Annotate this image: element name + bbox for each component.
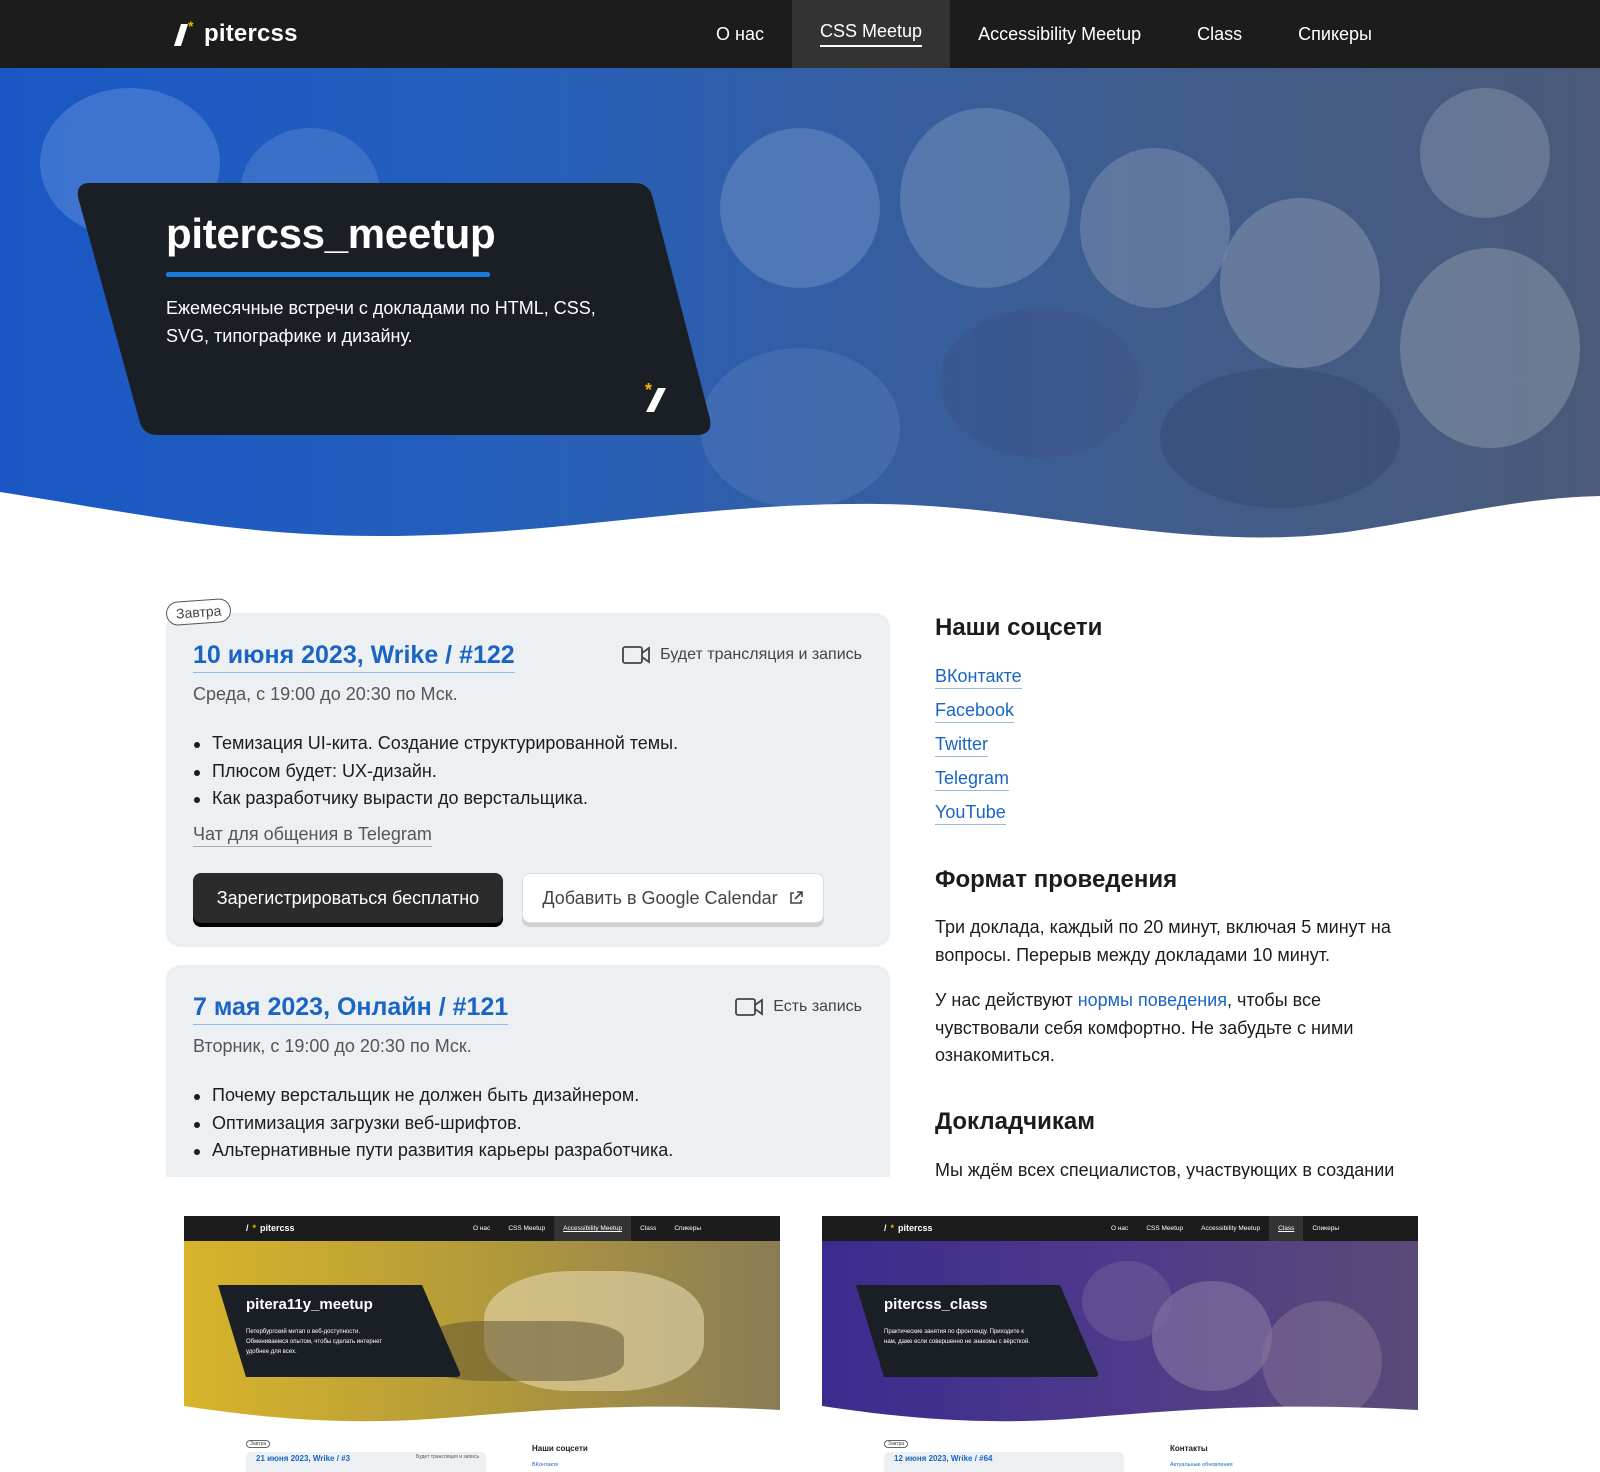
social-link-twitter[interactable]: Twitter [935, 734, 989, 757]
code-of-conduct-link[interactable]: нормы поведения [1078, 990, 1227, 1010]
list-item: Оптимизация загрузки веб-шрифтов. [193, 1110, 673, 1138]
logo-slash-icon: * [174, 20, 194, 46]
nav-item-class[interactable]: Class [1169, 0, 1270, 68]
hero-title: pitercss_meetup [166, 210, 496, 257]
social-heading: Наши соцсети [935, 614, 1103, 641]
preview-event-title: 21 июня 2023, Wrike / #3 [256, 1454, 351, 1463]
logo-mark-icon: * [645, 380, 666, 412]
preview-nav-item: Class [640, 1225, 657, 1232]
format-heading: Формат проведения [935, 866, 1178, 893]
event-recording-status: Есть запись [735, 997, 862, 1017]
preview-side-link: ВКонтакте [532, 1462, 559, 1468]
nav-item-accessibility-meetup[interactable]: Accessibility Meetup [950, 0, 1169, 68]
preview-side-heading: Наши соцсети [532, 1444, 588, 1453]
telegram-chat-link[interactable]: Чат для общения в Telegram [193, 824, 432, 847]
logo-text: pitercss [204, 20, 298, 47]
site-logo[interactable]: * pitercss [166, 18, 298, 50]
list-item: Темизация UI-кита. Создание структуриров… [193, 730, 678, 758]
event-badge-tomorrow: Завтра [165, 597, 233, 627]
add-to-calendar-button[interactable]: Добавить в Google Calendar [522, 873, 824, 923]
event-time: Вторник, с 19:00 до 20:30 по Мск. [193, 1036, 472, 1056]
event-title-link[interactable]: 10 июня 2023, Wrike / #122 [193, 641, 515, 673]
hero-title-underline [166, 272, 490, 277]
preview-nav-item: Спикеры [1312, 1225, 1339, 1232]
preview-logo: / * pitercss [246, 1223, 295, 1233]
event-title-link[interactable]: 7 мая 2023, Онлайн / #121 [193, 993, 509, 1025]
event-talk-list: Темизация UI-кита. Создание структуриров… [193, 730, 678, 813]
list-item: Как разработчику вырасти до верстальщика… [193, 785, 678, 813]
social-link-youtube[interactable]: YouTube [935, 802, 1006, 825]
svg-text:*: * [645, 380, 652, 400]
preview-nav-item: О нас [472, 1225, 491, 1232]
nav-item-speakers[interactable]: Спикеры [1270, 0, 1400, 68]
add-to-calendar-label: Добавить в Google Calendar [542, 887, 778, 908]
nav-item-about[interactable]: О нас [688, 0, 792, 68]
preview-nav-item: CSS Meetup [1146, 1225, 1184, 1232]
preview-nav: О нас CSS Meetup Accessibility Meetup Cl… [464, 1216, 710, 1241]
social-link-telegram[interactable]: Telegram [935, 768, 1010, 791]
preview-nav-item: Accessibility Meetup [554, 1216, 632, 1241]
preview-nav-item: Accessibility Meetup [1201, 1225, 1261, 1232]
preview-event-recording: Будет трансляция и запись [416, 1454, 480, 1460]
video-camera-icon [622, 646, 651, 664]
external-link-icon [789, 891, 803, 904]
event-recording-label: Будет трансляция и запись [660, 646, 862, 663]
top-navigation-bar: * pitercss О нас CSS Meetup Accessibilit… [0, 0, 1600, 68]
social-link-vk[interactable]: ВКонтакте [935, 666, 1022, 689]
preview-logo: / * pitercss [884, 1223, 933, 1233]
preview-nav-item: О нас [1110, 1225, 1129, 1232]
preview-nav-item: Class [1269, 1216, 1304, 1241]
preview-class: / * pitercss О нас CSS Meetup Accessibilit… [822, 1216, 1418, 1472]
event-recording-label: Есть запись [773, 998, 862, 1015]
main-nav: О нас CSS Meetup Accessibility Meetup Cl… [688, 0, 1400, 68]
event-recording-status: Будет трансляция и запись [622, 645, 862, 665]
preview-description: Практические занятия по фронтенду. Прихо… [884, 1329, 1030, 1345]
event-talk-list: Почему верстальщик не должен быть дизайн… [193, 1082, 673, 1165]
video-camera-icon [735, 998, 764, 1016]
preview-nav-item: Спикеры [674, 1225, 701, 1232]
preview-accessibility-meetup: / * pitercss О нас CSS Meetup Accessibilit… [184, 1216, 780, 1472]
preview-description: Петербургский митап о веб-доступности. О… [246, 1329, 382, 1355]
preview-badge: Завтра [884, 1440, 909, 1448]
speakers-heading: Докладчикам [935, 1108, 1095, 1135]
preview-title: pitercss_class [884, 1296, 988, 1313]
preview-title: pitera11y_meetup [246, 1296, 373, 1313]
preview-side-heading: Контакты [1170, 1444, 1208, 1453]
event-time: Среда, с 19:00 до 20:30 по Мск. [193, 684, 458, 704]
list-item: Альтернативные пути развития карьеры раз… [193, 1137, 673, 1165]
format-text: Три доклада, каждый по 20 минут, включая… [935, 917, 1391, 965]
svg-text:*: * [188, 20, 194, 34]
preview-nav-item: CSS Meetup [508, 1225, 546, 1232]
hero-description: Ежемесячные встречи с докладами по HTML,… [166, 298, 596, 346]
list-item: Плюсом будет: UX-дизайн. [193, 758, 678, 786]
social-link-facebook[interactable]: Facebook [935, 700, 1015, 723]
hero-wave-divider [0, 492, 1600, 586]
list-item: Почему верстальщик не должен быть дизайн… [193, 1082, 673, 1110]
preview-nav: О нас CSS Meetup Accessibility Meetup Cl… [1102, 1216, 1348, 1241]
preview-side-link: Актуальные обновления [1170, 1462, 1233, 1468]
conduct-text: У нас действуют нормы поведения, чтобы в… [935, 990, 1354, 1065]
nav-item-css-meetup[interactable]: CSS Meetup [792, 0, 951, 68]
speakers-text: Мы ждём всех специалистов, участвующих в… [935, 1160, 1395, 1179]
preview-badge: Завтра [246, 1440, 271, 1448]
preview-event-title: 12 июня 2023, Wrike / #64 [894, 1454, 993, 1463]
register-button[interactable]: Зарегистрироваться бесплатно [193, 873, 503, 923]
